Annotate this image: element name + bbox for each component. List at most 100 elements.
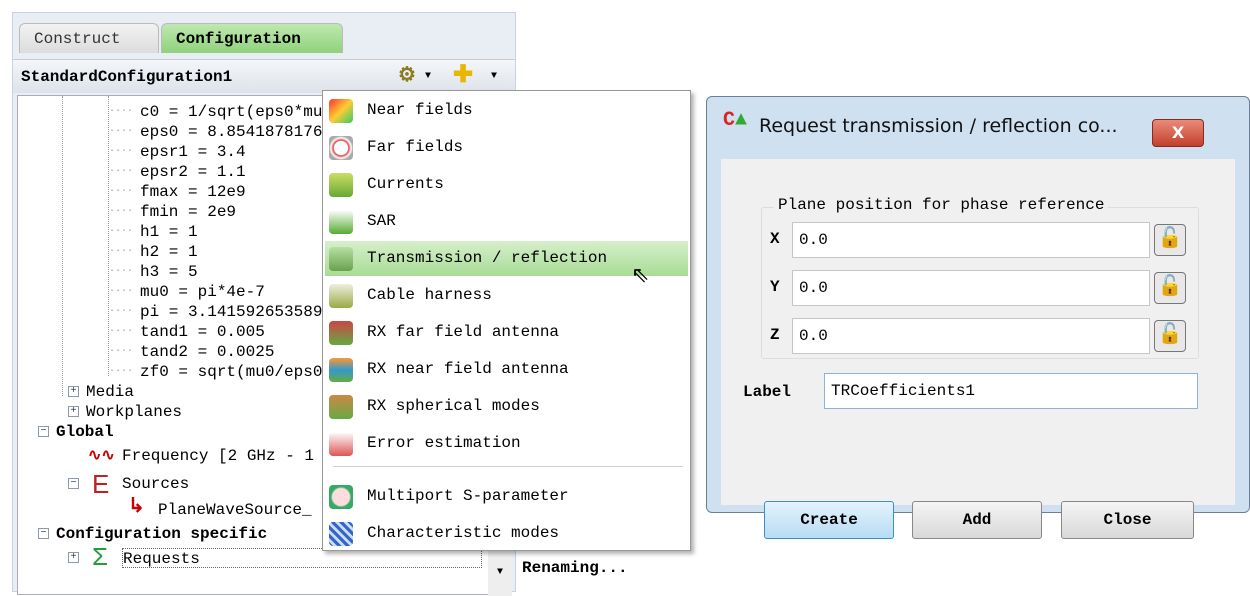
add-request-menu: Near fields Far fields Currents SAR Transmis…: [322, 90, 691, 551]
tree-item-media[interactable]: Media: [86, 382, 134, 402]
menu-item-sar[interactable]: SAR: [325, 204, 688, 239]
sar-icon: [329, 210, 353, 234]
chevron-down-icon[interactable]: ▼: [491, 60, 497, 94]
expand-icon[interactable]: +: [68, 406, 79, 417]
multiport-s-parameter-icon: [329, 485, 353, 509]
phase-reference-group: Plane position for phase reference X 0.0 🔓…: [761, 196, 1199, 359]
tree-connector: ····: [109, 266, 134, 277]
tree-variable[interactable]: tand1 = 0.005: [140, 322, 265, 342]
tree-item-configuration-specific[interactable]: Configuration specific: [56, 524, 267, 544]
tree-connector: ····: [109, 306, 134, 317]
menu-item-characteristic-modes[interactable]: Characteristic modes: [325, 516, 688, 551]
label-input[interactable]: TRCoefficients1: [824, 373, 1198, 409]
tree-connector: ····: [109, 166, 134, 177]
tree-variable[interactable]: epsr2 = 1.1: [140, 162, 246, 182]
coordinate-input-z[interactable]: 0.0: [792, 318, 1150, 354]
dialog-body: Plane position for phase reference X 0.0 🔓…: [721, 159, 1235, 539]
menu-item-label: Far fields: [367, 138, 464, 156]
menu-item-far-fields[interactable]: Far fields: [325, 130, 688, 165]
coordinate-input-x[interactable]: 0.0: [792, 222, 1150, 258]
tree-variable[interactable]: pi = 3.1415926535897: [140, 302, 332, 322]
tree-variable[interactable]: mu0 = pi*4e-7: [140, 282, 265, 302]
tree-variable[interactable]: fmin = 2e9: [140, 202, 236, 222]
create-button[interactable]: Create: [764, 501, 894, 539]
tab-construct[interactable]: Construct: [19, 23, 159, 53]
transmission-reflection-icon: [329, 247, 353, 271]
collapse-icon[interactable]: −: [38, 528, 49, 539]
tree-item-global[interactable]: Global: [56, 422, 114, 442]
menu-item-label: SAR: [367, 212, 396, 230]
tree-variable[interactable]: zf0 = sqrt(mu0/eps0): [140, 362, 332, 382]
menu-item-currents[interactable]: Currents: [325, 167, 688, 202]
dialog-title: Request transmission / reflection co...: [759, 115, 1118, 137]
tree-item-frequency[interactable]: Frequency [2 GHz - 1: [122, 446, 314, 466]
frequency-icon: ∿∿: [88, 447, 115, 465]
close-icon[interactable]: X: [1152, 119, 1204, 147]
tree-variable[interactable]: fmax = 12e9: [140, 182, 246, 202]
menu-separator: [333, 466, 683, 467]
tree-connector: ····: [109, 186, 134, 197]
menu-item-label: RX near field antenna: [367, 360, 569, 378]
app-icon: C▲: [723, 109, 748, 132]
error-estimation-icon: [329, 432, 353, 456]
tree-item-plane-wave-source[interactable]: PlaneWaveSource_: [158, 500, 312, 520]
unlock-icon[interactable]: 🔓: [1154, 272, 1186, 304]
menu-item-near-fields[interactable]: Near fields: [325, 93, 688, 128]
unlock-icon[interactable]: 🔓: [1154, 320, 1186, 352]
add-button[interactable]: Add: [912, 501, 1042, 539]
field-label-x: X: [770, 230, 780, 248]
tree-variable[interactable]: tand2 = 0.0025: [140, 342, 274, 362]
collapse-icon[interactable]: −: [38, 426, 49, 437]
tree-variable[interactable]: epsr1 = 3.4: [140, 142, 246, 162]
rx-far-field-antenna-icon: [329, 321, 353, 345]
expand-icon[interactable]: +: [68, 386, 79, 397]
tab-configuration[interactable]: Configuration: [161, 23, 343, 53]
rx-near-field-antenna-icon: [329, 358, 353, 382]
tree-connector: ····: [109, 146, 134, 157]
scroll-down-button[interactable]: ▼: [488, 550, 512, 596]
config-name: StandardConfiguration1: [21, 68, 233, 86]
tree-connector: ····: [109, 346, 134, 357]
tree-item-workplanes[interactable]: Workplanes: [86, 402, 182, 422]
cable-harness-icon: [329, 284, 353, 308]
tree-connector: ····: [109, 126, 134, 137]
menu-item-rx-spherical-modes[interactable]: RX spherical modes: [325, 389, 688, 424]
menu-item-label: Currents: [367, 175, 444, 193]
currents-icon: [329, 173, 353, 197]
menu-item-rx-far-field-antenna[interactable]: RX far field antenna: [325, 315, 688, 350]
menu-item-label: RX spherical modes: [367, 397, 540, 415]
expand-icon[interactable]: +: [68, 552, 79, 563]
field-label-z: Z: [770, 326, 780, 344]
tree-variable[interactable]: h1 = 1: [140, 222, 198, 242]
tree-variable[interactable]: eps0 = 8.85418781761: [140, 122, 332, 142]
tree-item-sources[interactable]: Sources: [122, 474, 189, 494]
configuration-header: StandardConfiguration1 ⚙ ▼ ✚ ▼: [13, 59, 515, 93]
coordinate-input-y[interactable]: 0.0: [792, 270, 1150, 306]
gear-icon[interactable]: ⚙: [398, 60, 416, 94]
menu-item-label: Near fields: [367, 101, 473, 119]
collapse-icon[interactable]: −: [68, 478, 79, 489]
rx-spherical-modes-icon: [329, 395, 353, 419]
menu-item-label: Multiport S-parameter: [367, 487, 569, 505]
tree-connector: ····: [109, 366, 134, 377]
mouse-cursor-icon: ⇖: [631, 264, 650, 289]
field-label-y: Y: [770, 278, 780, 296]
tree-connector: ····: [109, 326, 134, 337]
tree-connector: ····: [109, 106, 134, 117]
label-caption: Label: [743, 383, 792, 401]
add-icon[interactable]: ✚: [453, 60, 473, 94]
near-fields-icon: [329, 99, 353, 123]
tree-variable[interactable]: h3 = 5: [140, 262, 198, 282]
close-button[interactable]: Close: [1061, 501, 1194, 539]
unlock-icon[interactable]: 🔓: [1154, 224, 1186, 256]
menu-item-label: Cable harness: [367, 286, 492, 304]
group-title: Plane position for phase reference: [774, 196, 1109, 214]
tree-item-requests[interactable]: Requests: [122, 548, 482, 568]
menu-item-rx-near-field-antenna[interactable]: RX near field antenna: [325, 352, 688, 387]
menu-item-label: Characteristic modes: [367, 524, 560, 542]
tree-variable[interactable]: c0 = 1/sqrt(eps0*mu0: [140, 102, 332, 122]
menu-item-multiport-s-parameter[interactable]: Multiport S-parameter: [325, 479, 688, 514]
menu-item-error-estimation[interactable]: Error estimation: [325, 426, 688, 461]
chevron-down-icon[interactable]: ▼: [425, 60, 431, 94]
tree-variable[interactable]: h2 = 1: [140, 242, 198, 262]
